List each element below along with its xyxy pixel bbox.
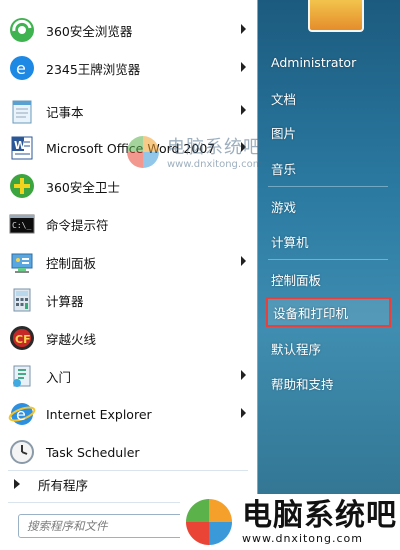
program-item-getting-started[interactable]: 入门 [6,358,254,394]
control-panel-icon [6,246,38,278]
triangle-right-icon [14,479,20,489]
windows-logo-icon [127,135,159,168]
program-item-360-guard[interactable]: 360安全卫士 [6,168,254,204]
place-item-documents[interactable]: 文档 [266,83,391,113]
program-label: 记事本 [46,104,84,120]
notepad-icon [6,95,38,127]
program-label: Internet Explorer [46,406,152,422]
submenu-arrow-icon [241,62,246,72]
separator [268,186,388,187]
svg-text:C:\_: C:\_ [12,221,31,230]
watermark-large: 电脑系统吧 www.dnxitong.com [180,494,400,550]
all-programs-button[interactable]: 所有程序 [14,474,88,494]
start-menu: 360安全浏览器 e 2345王牌浏览器 记事本 W Microsoft Off… [0,0,400,550]
svg-text:e: e [16,405,26,424]
program-label: 360安全浏览器 [46,23,133,39]
place-item-computer[interactable]: 计算机 [266,226,391,256]
watermark-small-url: www.dnxitong.com [167,159,263,170]
getting-started-icon [6,360,38,392]
word-icon: W [6,132,38,164]
submenu-arrow-icon [241,408,246,418]
separator [8,470,248,471]
program-label: 360安全卫士 [46,179,120,195]
place-item-default-programs[interactable]: 默认程序 [266,333,391,363]
place-item-pictures[interactable]: 图片 [266,117,391,147]
program-label: 命令提示符 [46,217,109,233]
place-item-games[interactable]: 游戏 [266,191,391,221]
program-item-2345-browser[interactable]: e 2345王牌浏览器 [6,50,254,86]
program-item-cmd[interactable]: C:\_ 命令提示符 [6,206,254,242]
program-label: 2345王牌浏览器 [46,61,141,77]
program-label: 入门 [46,369,72,385]
windows-logo-icon [186,499,232,545]
place-item-administrator[interactable]: Administrator [266,47,391,77]
submenu-arrow-icon [241,105,246,115]
programs-pane: 360安全浏览器 e 2345王牌浏览器 记事本 W Microsoft Off… [0,0,258,550]
program-item-360-browser[interactable]: 360安全浏览器 [6,12,254,48]
ie-icon: e [6,398,38,430]
program-label: 控制面板 [46,255,97,271]
program-label: Task Scheduler [46,444,140,460]
watermark-small-text: 电脑系统吧 [167,137,262,158]
all-programs-label: 所有程序 [38,477,89,493]
program-item-task-scheduler[interactable]: Task Scheduler [6,434,254,470]
separator [268,259,388,260]
program-item-crossfire[interactable]: CF 穿越火线 [6,320,254,356]
place-item-music[interactable]: 音乐 [266,153,391,183]
submenu-arrow-icon [241,370,246,380]
program-item-control-panel[interactable]: 控制面板 [6,244,254,280]
svg-text:CF: CF [15,333,31,346]
watermark-small: 电脑系统吧 www.dnxitong.com [125,133,262,170]
svg-text:e: e [16,59,26,78]
submenu-arrow-icon [241,256,246,266]
place-item-control-panel[interactable]: 控制面板 [266,264,391,294]
task-scheduler-icon [6,436,38,468]
360-guard-icon [6,170,38,202]
place-item-help-and-support[interactable]: 帮助和支持 [266,368,391,398]
360-browser-icon [6,14,38,46]
place-item-devices-and-printers[interactable]: 设备和打印机 [266,297,391,327]
2345-browser-icon: e [6,52,38,84]
program-item-calculator[interactable]: 计算器 [6,282,254,318]
submenu-arrow-icon [241,24,246,34]
program-item-internet-explorer[interactable]: e Internet Explorer [6,396,254,432]
watermark-large-text: 电脑系统吧 [242,497,397,533]
user-avatar[interactable] [308,0,364,32]
cmd-icon: C:\_ [6,208,38,240]
program-label: 穿越火线 [46,331,97,347]
program-item-notepad[interactable]: 记事本 [6,93,254,129]
crossfire-icon: CF [6,322,38,354]
watermark-large-url: www.dnxitong.com [242,531,363,545]
calculator-icon [6,284,38,316]
program-label: 计算器 [46,293,84,309]
